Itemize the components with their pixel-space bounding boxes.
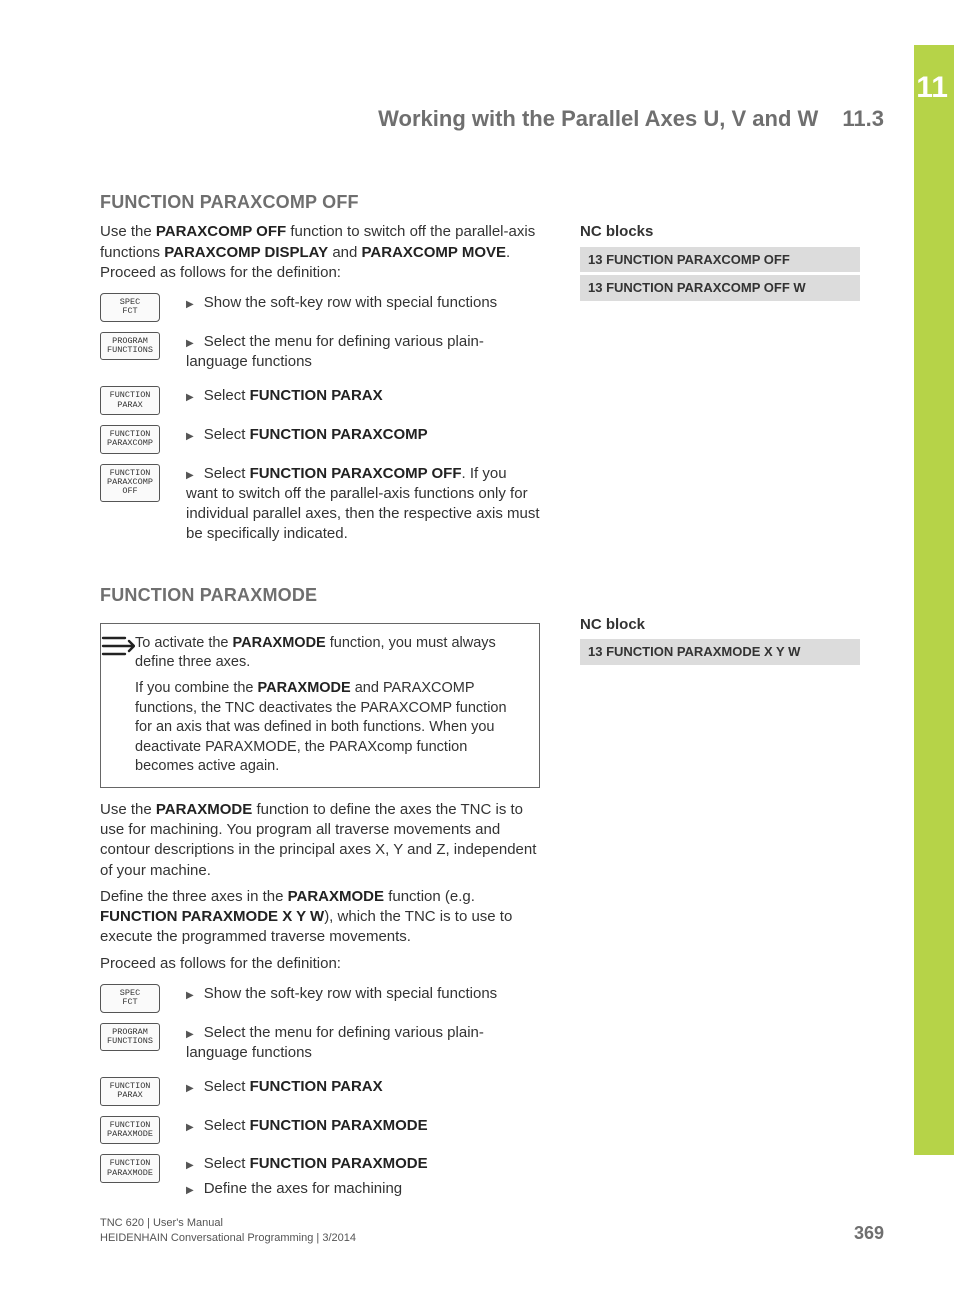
chapter-number: 11 <box>916 68 948 109</box>
step-row: PROGRAMFUNCTIONS Select the menu for defi… <box>100 332 540 377</box>
step-bullet: Select FUNCTION PARAX <box>186 386 383 406</box>
page-number: 369 <box>854 1221 884 1245</box>
soft-key: PROGRAMFUNCTIONS <box>100 1023 160 1052</box>
nc-blocks-heading: NC blocks <box>580 222 860 242</box>
step-row: FUNCTIONPARAX Select FUNCTION PARAX <box>100 386 540 415</box>
sec2-body3: Proceed as follows for the definition: <box>100 954 540 974</box>
step-bullet: Select FUNCTION PARAXCOMP <box>186 425 428 445</box>
note-box: To activate the PARAXMODE function, you … <box>100 623 540 788</box>
running-head: Working with the Parallel Axes U, V and … <box>378 104 884 134</box>
hard-key: SPECFCT <box>100 984 160 1013</box>
step-bullets: Show the soft-key row with special funct… <box>186 984 497 1008</box>
running-head-section: 11.3 <box>842 106 884 131</box>
step-row: FUNCTIONPARAX Select FUNCTION PARAX <box>100 1077 540 1106</box>
step-bullet: Select FUNCTION PARAXMODE <box>186 1154 428 1174</box>
nc-line: 13 FUNCTION PARAXMODE X Y W <box>580 639 860 665</box>
step-bullet: Show the soft-key row with special funct… <box>186 293 497 313</box>
footer: TNC 620 | User's Manual HEIDENHAIN Conve… <box>100 1216 356 1245</box>
nc-blocks-list: 13 FUNCTION PARAXCOMP OFF13 FUNCTION PAR… <box>580 247 860 301</box>
note-icon <box>101 624 135 787</box>
step-row: SPECFCT Show the soft-key row with specia… <box>100 293 540 322</box>
nc-line: 13 FUNCTION PARAXCOMP OFF W <box>580 275 860 301</box>
step-bullets: Select FUNCTION PARAXMODE Define the axes… <box>186 1154 428 1203</box>
step-row: FUNCTIONPARAXCOMPOFF Select FUNCTION PARA… <box>100 464 540 549</box>
sec1-steps: SPECFCT Show the soft-key row with specia… <box>100 293 540 549</box>
nc-block-heading: NC block <box>580 615 860 635</box>
step-bullets: Show the soft-key row with special funct… <box>186 293 497 317</box>
step-bullet: Select the menu for defining various pla… <box>186 332 540 373</box>
step-bullets: Select FUNCTION PARAXCOMP OFF. If you wa… <box>186 464 540 549</box>
step-bullets: Select FUNCTION PARAXCOMP <box>186 425 428 449</box>
soft-key: FUNCTIONPARAXCOMPOFF <box>100 464 160 502</box>
sec2-body1: Use the PARAXMODE function to define the… <box>100 800 540 881</box>
nc-block-list: 13 FUNCTION PARAXMODE X Y W <box>580 639 860 665</box>
step-row: FUNCTIONPARAXCOMP Select FUNCTION PARAXCO… <box>100 425 540 454</box>
step-bullet: Select FUNCTION PARAX <box>186 1077 383 1097</box>
soft-key: FUNCTIONPARAX <box>100 386 160 415</box>
note-para1: To activate the PARAXMODE function, you … <box>135 634 525 673</box>
step-bullets: Select FUNCTION PARAX <box>186 386 383 410</box>
section-heading-paraxcomp-off: FUNCTION PARAXCOMP OFF <box>100 190 880 214</box>
soft-key: FUNCTIONPARAXCOMP <box>100 425 160 454</box>
section-heading-paraxmode: FUNCTION PARAXMODE <box>100 583 880 607</box>
soft-key: PROGRAMFUNCTIONS <box>100 332 160 361</box>
step-bullets: Select the menu for defining various pla… <box>186 1023 540 1068</box>
page-content: FUNCTION PARAXCOMP OFF Use the PARAXCOMP… <box>100 190 880 1203</box>
step-row: PROGRAMFUNCTIONS Select the menu for defi… <box>100 1023 540 1068</box>
running-head-title: Working with the Parallel Axes U, V and … <box>378 106 818 131</box>
footer-line2: HEIDENHAIN Conversational Programming | … <box>100 1231 356 1245</box>
step-bullet: Select FUNCTION PARAXCOMP OFF. If you wa… <box>186 464 540 545</box>
step-bullet: Select FUNCTION PARAXMODE <box>186 1116 428 1136</box>
sec2-body2: Define the three axes in the PARAXMODE f… <box>100 887 540 948</box>
step-bullets: Select the menu for defining various pla… <box>186 332 540 377</box>
step-bullets: Select FUNCTION PARAXMODE <box>186 1116 428 1140</box>
nc-line: 13 FUNCTION PARAXCOMP OFF <box>580 247 860 273</box>
note-para2: If you combine the PARAXMODE and PARAXCO… <box>135 679 525 777</box>
step-row: FUNCTIONPARAXMODE Select FUNCTION PARAXMO… <box>100 1154 540 1203</box>
sec2-steps: SPECFCT Show the soft-key row with specia… <box>100 984 540 1203</box>
step-bullet: Show the soft-key row with special funct… <box>186 984 497 1004</box>
step-row: FUNCTIONPARAXMODE Select FUNCTION PARAXMO… <box>100 1116 540 1145</box>
step-row: SPECFCT Show the soft-key row with specia… <box>100 984 540 1013</box>
soft-key: FUNCTIONPARAXMODE <box>100 1116 160 1145</box>
soft-key: FUNCTIONPARAX <box>100 1077 160 1106</box>
step-bullets: Select FUNCTION PARAX <box>186 1077 383 1101</box>
step-bullet: Define the axes for machining <box>186 1179 428 1199</box>
step-bullet: Select the menu for defining various pla… <box>186 1023 540 1064</box>
sec1-intro: Use the PARAXCOMP OFF function to switch… <box>100 222 540 283</box>
footer-line1: TNC 620 | User's Manual <box>100 1216 356 1230</box>
hard-key: SPECFCT <box>100 293 160 322</box>
chapter-tab <box>914 45 954 1155</box>
soft-key: FUNCTIONPARAXMODE <box>100 1154 160 1183</box>
